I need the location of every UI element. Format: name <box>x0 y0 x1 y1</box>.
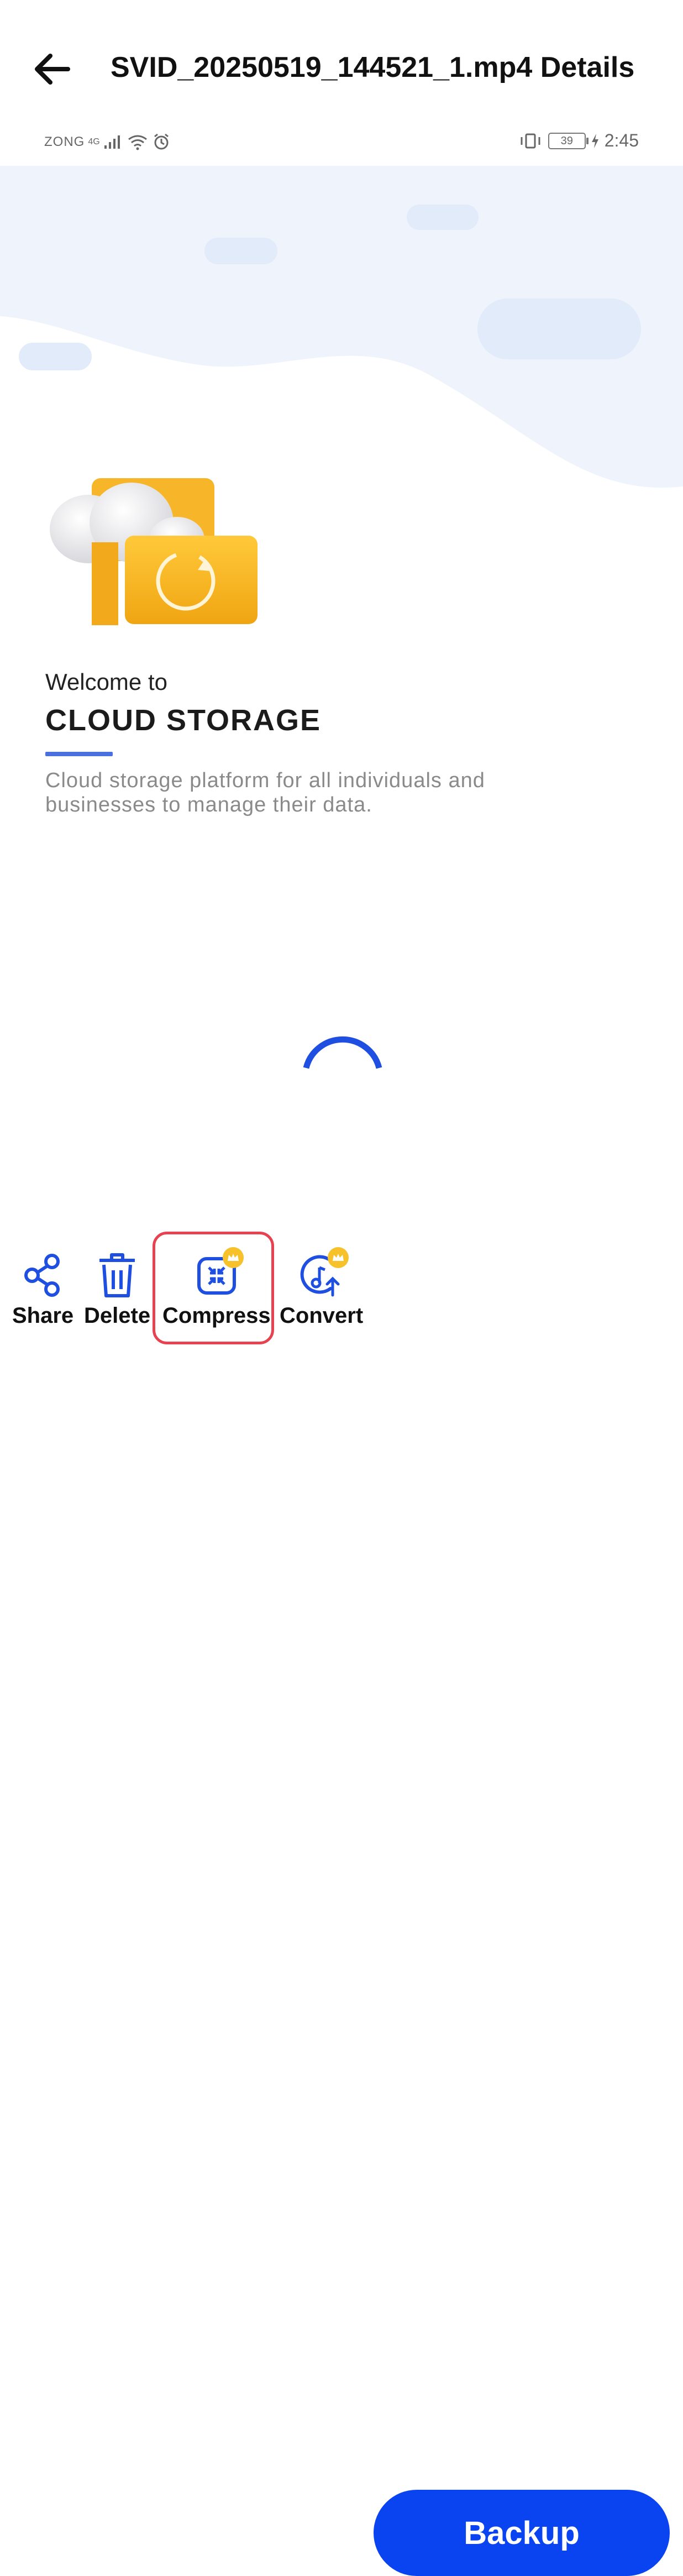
share-icon <box>24 1254 60 1297</box>
convert-label: Convert <box>280 1303 364 1328</box>
delete-label: Delete <box>84 1303 151 1328</box>
status-bar: ZONG 4G 39 2:45 <box>0 116 683 166</box>
title-underline <box>45 752 113 756</box>
wifi-icon <box>128 135 147 150</box>
share-label: Share <box>12 1303 74 1328</box>
alarm-icon <box>154 133 169 150</box>
page-title: SVID_20250519_144521_1.mp4 Details <box>111 51 635 83</box>
bottom-action-bar: Share Delete Compress Convert Backup <box>0 1238 683 2576</box>
app-header: SVID_20250519_144521_1.mp4 Details <box>0 0 683 127</box>
signal-icon <box>104 135 120 149</box>
delete-action[interactable]: Delete <box>84 1250 150 1328</box>
video-preview[interactable]: ZONG 4G 39 2:45 Welcome to CLOUD STORAGE… <box>0 116 683 1183</box>
description-text: Cloud storage platform for all individua… <box>45 769 485 816</box>
cloud-folder-illustration <box>44 478 260 627</box>
brand-title: CLOUD STORAGE <box>45 704 322 737</box>
backup-button[interactable]: Backup <box>374 2490 670 2576</box>
loading-spinner-icon <box>298 1006 387 1095</box>
network-label: 4G <box>88 137 100 146</box>
clock-label: 2:45 <box>604 130 639 150</box>
carrier-label: ZONG <box>44 134 85 149</box>
convert-action[interactable]: Convert <box>280 1247 364 1328</box>
welcome-text: Welcome to <box>45 669 167 695</box>
back-button[interactable] <box>22 39 83 100</box>
trash-icon <box>99 1253 135 1297</box>
vibrate-icon <box>521 133 540 148</box>
battery-indicator: 39 <box>548 132 589 149</box>
share-action[interactable]: Share <box>12 1250 73 1328</box>
arrow-left-icon <box>35 54 70 85</box>
charging-icon <box>591 133 598 148</box>
premium-crown-icon <box>327 1247 349 1268</box>
compress-highlight-box <box>153 1232 274 1344</box>
